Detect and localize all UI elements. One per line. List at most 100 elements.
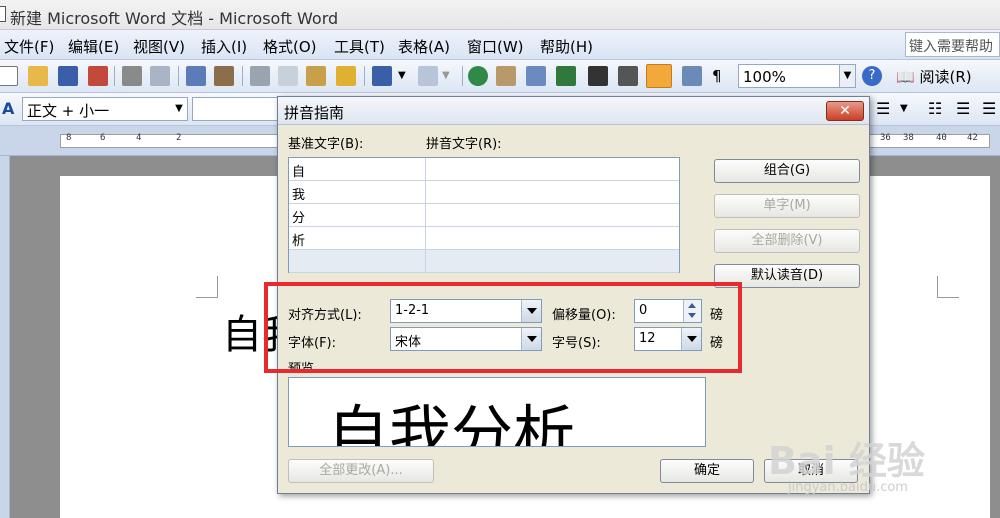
open-folder-icon[interactable] [28, 66, 48, 86]
change-all-button[interactable]: 全部更改(A)... [288, 459, 434, 483]
phonetic-grid: 自 我 分 析 [288, 157, 680, 273]
table-row: 分 [289, 204, 679, 227]
dialog-title: 拼音指南 [284, 104, 345, 122]
standard-toolbar: ▼ ▼ ¶ 100% ▼ ? 📖 阅读(R) [0, 60, 1000, 93]
ruler-number: 6 [100, 133, 106, 143]
menu-bar: 文件(F) 编辑(E) 视图(V) 插入(I) 格式(O) 工具(T) 表格(A… [0, 30, 1000, 60]
ruby-text-cell[interactable] [427, 227, 679, 250]
window-title: 新建 Microsoft Word 文档 - Microsoft Word [10, 9, 339, 28]
preview-text: 自我分析 [327, 398, 576, 447]
ruler-number: 4 [136, 133, 142, 143]
watermark-brand: Bai 经验 [768, 439, 925, 483]
line-spacing-icon[interactable]: ☰ [876, 99, 896, 119]
line-spacing-dropdown-icon[interactable]: ▼ [900, 99, 920, 119]
styles-pane-icon[interactable]: A [2, 99, 14, 118]
base-text-cell[interactable]: 我 [289, 181, 426, 204]
toolbar-separator [242, 66, 243, 86]
word-doc-icon [0, 6, 6, 22]
base-text-cell[interactable]: 自 [289, 158, 426, 181]
columns-icon[interactable] [588, 66, 608, 86]
style-combo[interactable]: 正文 + 小一 ▼ [22, 97, 188, 121]
research-icon[interactable] [214, 66, 234, 86]
menu-format[interactable]: 格式(O) [263, 36, 317, 57]
toolbar-separator [114, 66, 115, 86]
drawing-icon[interactable] [618, 66, 638, 86]
margin-corner-mark [937, 276, 959, 298]
ruby-text-cell[interactable] [427, 204, 679, 227]
insert-excel-icon[interactable] [556, 66, 576, 86]
ruby-text-cell [427, 250, 679, 273]
margin-corner-mark [196, 276, 218, 298]
table-row: 析 [289, 227, 679, 250]
base-text-cell [289, 250, 426, 273]
zoom-combo[interactable]: 100% ▼ [738, 64, 856, 88]
menu-tools[interactable]: 工具(T) [334, 36, 385, 57]
style-value: 正文 + 小一 [27, 102, 110, 120]
ruby-text-label: 拼音文字(R): [426, 137, 502, 152]
bullets-icon[interactable]: ☰ [956, 99, 976, 119]
menu-insert[interactable]: 插入(I) [201, 36, 247, 57]
close-button[interactable]: ✕ [826, 101, 864, 121]
toolbar-separator [178, 66, 179, 86]
undo-dropdown-icon[interactable]: ▼ [398, 66, 418, 86]
undo-icon[interactable] [372, 66, 392, 86]
clear-all-button[interactable]: 全部删除(V) [714, 229, 860, 253]
menu-help[interactable]: 帮助(H) [540, 36, 593, 57]
format-painter-icon[interactable] [336, 66, 356, 86]
insert-table-icon[interactable] [526, 66, 546, 86]
chevron-down-icon[interactable]: ▼ [839, 65, 855, 87]
highlight-annotation [264, 282, 742, 373]
menu-file[interactable]: 文件(F) [4, 36, 54, 57]
ruby-text-cell[interactable] [427, 158, 679, 181]
permission-icon[interactable] [88, 66, 108, 86]
redo-dropdown-icon[interactable]: ▼ [442, 66, 462, 86]
help-search-input[interactable]: 键入需要帮助 [905, 32, 1000, 57]
print-icon[interactable] [122, 66, 142, 86]
ruler-number: 40 [936, 133, 947, 143]
ruby-text-cell[interactable] [427, 181, 679, 204]
zoom-value: 100% [743, 68, 786, 86]
toolbar-separator [364, 66, 365, 86]
mono-button[interactable]: 单字(M) [714, 194, 860, 218]
base-text-cell[interactable]: 析 [289, 227, 426, 250]
print-preview-icon[interactable] [150, 66, 170, 86]
save-icon[interactable] [58, 66, 78, 86]
book-icon: 📖 [896, 68, 915, 86]
menu-window[interactable]: 窗口(W) [467, 36, 524, 57]
phonetic-guide-icon[interactable] [646, 64, 672, 88]
base-text-label: 基准文字(B): [288, 137, 364, 152]
table-row: 自 [289, 158, 679, 181]
help-icon[interactable]: ? [862, 66, 882, 86]
show-hide-marks-icon[interactable]: ¶ [712, 66, 732, 86]
vertical-ruler[interactable] [0, 156, 10, 518]
redo-icon[interactable] [418, 66, 438, 86]
font-combo[interactable] [192, 97, 282, 121]
copy-icon[interactable] [278, 66, 298, 86]
table-row [289, 250, 679, 273]
spelling-icon[interactable] [186, 66, 206, 86]
numbering-icon[interactable]: ☷ [928, 99, 948, 119]
ruler-number: 42 [967, 133, 978, 143]
menu-edit[interactable]: 编辑(E) [68, 36, 119, 57]
document-map-icon[interactable] [682, 66, 702, 86]
dialog-title-bar[interactable]: 拼音指南 ✕ [278, 97, 869, 125]
preview-box: 自我分析 [288, 377, 706, 447]
menu-table[interactable]: 表格(A) [398, 36, 450, 57]
read-button[interactable]: 📖 阅读(R) [892, 64, 982, 88]
menu-view[interactable]: 视图(V) [133, 36, 185, 57]
baidu-watermark: Bai 经验 jingyan.baidu.com [758, 430, 958, 510]
chevron-down-icon[interactable]: ▼ [171, 98, 187, 120]
paste-icon[interactable] [306, 66, 326, 86]
indent-icon[interactable]: ☰ [982, 99, 1000, 119]
new-doc-icon[interactable] [0, 66, 18, 86]
ruler-number: 36 [880, 133, 891, 143]
title-bar: 新建 Microsoft Word 文档 - Microsoft Word [0, 0, 1000, 30]
ok-button[interactable]: 确定 [660, 459, 754, 483]
hyperlink-icon[interactable] [468, 66, 488, 86]
base-text-cell[interactable]: 分 [289, 204, 426, 227]
cut-icon[interactable] [250, 66, 270, 86]
ruler-number: 8 [66, 133, 72, 143]
tables-borders-icon[interactable] [496, 66, 516, 86]
table-row: 我 [289, 181, 679, 204]
group-button[interactable]: 组合(G) [714, 159, 860, 183]
